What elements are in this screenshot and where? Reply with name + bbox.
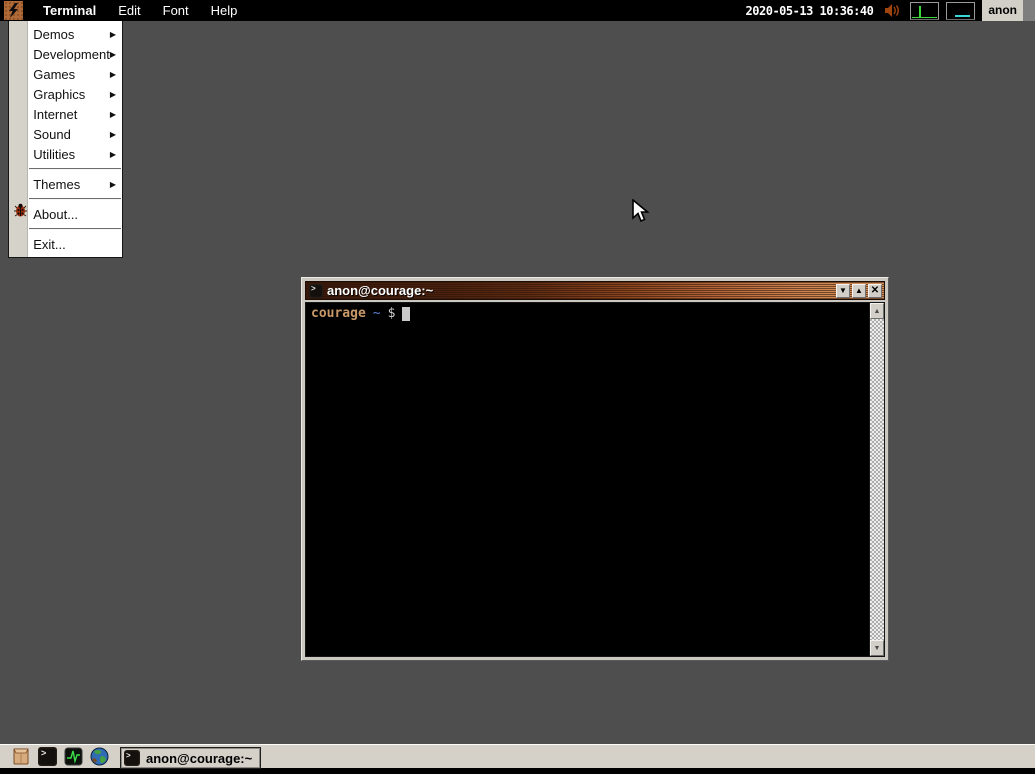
submenu-arrow-icon: ▶ xyxy=(110,130,116,139)
terminal-window: anon@courage:~ ▼ ▲ ✕ courage ~ $ ▲ ▼ xyxy=(301,277,889,661)
taskbar-window-button[interactable]: anon@courage:~ xyxy=(120,747,261,769)
app-menu-item-internet[interactable]: Internet ▶ xyxy=(28,104,122,124)
taskbar: anon@courage:~ xyxy=(0,744,1035,774)
prompt-host: courage xyxy=(311,306,366,321)
menu-separator xyxy=(29,168,121,170)
terminal-window-icon xyxy=(309,284,323,298)
box-icon xyxy=(12,747,31,766)
submenu-arrow-icon: ▶ xyxy=(110,70,116,79)
prompt-symbol: $ xyxy=(388,306,396,321)
window-body: courage ~ $ ▲ ▼ xyxy=(305,302,885,657)
menubar-endcap xyxy=(1023,0,1035,21)
files-launcher-icon[interactable] xyxy=(12,747,31,766)
ladybug-icon xyxy=(13,203,28,218)
system-monitor-launcher-icon[interactable] xyxy=(64,747,83,766)
app-menu-item-themes[interactable]: Themes ▶ xyxy=(28,174,122,194)
submenu-arrow-icon: ▶ xyxy=(110,30,116,39)
terminal-output[interactable]: courage ~ $ xyxy=(306,303,869,656)
minimize-button[interactable]: ▼ xyxy=(836,284,850,298)
prompt-cwd: ~ xyxy=(373,306,381,321)
browser-launcher-icon[interactable] xyxy=(90,747,109,766)
cpu-monitor-graph[interactable] xyxy=(910,2,939,20)
app-menu-item-utilities[interactable]: Utilities ▶ xyxy=(28,144,122,164)
terminal-cursor xyxy=(402,307,410,321)
submenu-arrow-icon: ▶ xyxy=(110,50,116,59)
menubar: Terminal Edit Font Help 2020-05-13 10:36… xyxy=(0,0,1035,21)
submenu-arrow-icon: ▶ xyxy=(110,90,116,99)
menu-terminal[interactable]: Terminal xyxy=(32,0,107,21)
lightning-icon xyxy=(7,3,20,18)
window-titlebar[interactable]: anon@courage:~ ▼ ▲ ✕ xyxy=(305,281,885,300)
clock: 2020-05-13 10:36:40 xyxy=(746,4,874,18)
menu-font[interactable]: Font xyxy=(152,0,200,21)
scroll-up-button[interactable]: ▲ xyxy=(870,303,884,319)
globe-icon xyxy=(90,747,109,766)
waveform-icon xyxy=(64,747,83,766)
terminal-launcher-icon[interactable] xyxy=(38,747,57,766)
submenu-arrow-icon: ▶ xyxy=(110,110,116,119)
network-monitor-graph[interactable] xyxy=(946,2,975,20)
app-menu-item-games[interactable]: Games ▶ xyxy=(28,64,122,84)
menu-edit[interactable]: Edit xyxy=(107,0,151,21)
app-launcher-button[interactable] xyxy=(4,1,23,20)
terminal-scrollbar[interactable]: ▲ ▼ xyxy=(869,303,884,656)
app-menu-item-development[interactable]: Development ▶ xyxy=(28,44,122,64)
app-menu-item-exit[interactable]: Exit... xyxy=(28,234,122,254)
menu-separator xyxy=(29,198,121,200)
submenu-arrow-icon: ▶ xyxy=(110,150,116,159)
close-button[interactable]: ✕ xyxy=(868,284,882,298)
menu-help[interactable]: Help xyxy=(200,0,249,21)
submenu-arrow-icon: ▶ xyxy=(110,180,116,189)
app-menu-item-about[interactable]: About... xyxy=(28,204,122,224)
app-menu: Demos ▶ Development ▶ Games ▶ Graphics ▶… xyxy=(8,21,123,258)
taskbar-window-label: anon@courage:~ xyxy=(146,751,252,766)
app-menu-item-demos[interactable]: Demos ▶ xyxy=(28,24,122,44)
menu-separator xyxy=(29,228,121,230)
terminal-window-icon xyxy=(124,750,140,766)
user-label[interactable]: anon xyxy=(982,0,1023,21)
scroll-down-button[interactable]: ▼ xyxy=(870,640,884,656)
app-menu-item-graphics[interactable]: Graphics ▶ xyxy=(28,84,122,104)
maximize-button[interactable]: ▲ xyxy=(852,284,866,298)
app-menu-item-sound[interactable]: Sound ▶ xyxy=(28,124,122,144)
window-title: anon@courage:~ xyxy=(327,283,834,298)
mouse-cursor xyxy=(631,199,651,223)
speaker-icon[interactable] xyxy=(883,2,900,19)
app-menu-side-strip xyxy=(9,21,28,257)
